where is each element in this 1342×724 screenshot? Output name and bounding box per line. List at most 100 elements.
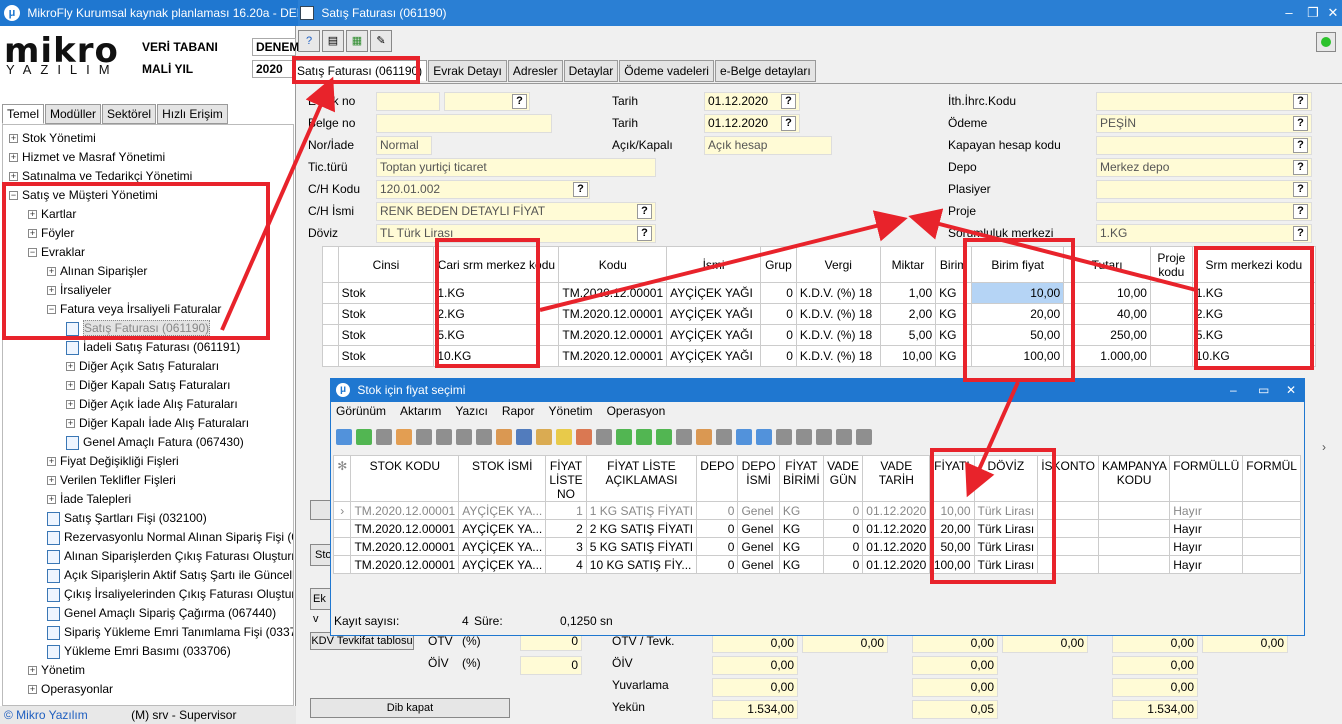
tree-item-cikis-irsaliyelerinden-cikis-faturasi-olusturma[interactable]: Çıkış İrsaliyelerinden Çıkış Faturası Ol… (47, 585, 293, 604)
tree-item-diger-acik-iade-alis-faturalari[interactable]: + Diğer Açık İade Alış Faturaları (66, 395, 238, 414)
cell-vade-gun[interactable]: 0 (822, 501, 864, 520)
cell-fiyat-birimi[interactable]: KG (778, 555, 824, 574)
doviz-lookup-button[interactable]: ? (637, 226, 652, 241)
tab-hizli-erisim[interactable]: Hızlı Erişim (157, 104, 228, 124)
cell-vergi[interactable]: K.D.V. (%) 18 (795, 303, 881, 325)
tree-item-stok-yonetimi[interactable]: + Stok Yönetimi (9, 129, 96, 148)
menu-rapor[interactable]: Rapor (502, 404, 535, 418)
arrow-right-icon[interactable] (636, 429, 652, 445)
col-header-depo-ismi[interactable]: DEPO İSMİ (737, 455, 780, 502)
plasiyer-lookup-button[interactable]: ? (1293, 182, 1308, 197)
cell-fiyat-birimi[interactable]: KG (778, 537, 824, 556)
cell-cinsi[interactable]: Stok (337, 303, 435, 325)
expand-icon[interactable]: + (47, 457, 56, 467)
help-icon[interactable]: ? (298, 30, 320, 52)
depo-lookup-button[interactable]: ? (1293, 160, 1308, 175)
edit-icon[interactable]: ✎ (370, 30, 392, 52)
tic-turu-select[interactable]: Toptan yurtiçi ticaret (376, 158, 656, 177)
cell-miktar[interactable]: 2,00 (879, 303, 937, 325)
group-icon[interactable] (576, 429, 592, 445)
sorumluluk-lookup-button[interactable]: ? (1293, 226, 1308, 241)
col-header-grup[interactable]: Grup (759, 246, 797, 283)
expand-icon[interactable]: + (9, 172, 18, 182)
cell-tutari[interactable]: 250,00 (1063, 324, 1151, 346)
tree-item-verilen-teklifler-fisleri[interactable]: + Verilen Teklifler Fişleri (47, 471, 176, 490)
cell-tutari[interactable]: 10,00 (1063, 282, 1151, 304)
plasiyer-input[interactable] (1096, 180, 1312, 199)
cell-vade-tarih[interactable]: 01.12.2020 (862, 519, 931, 538)
ch-kodu-lookup-button[interactable]: ? (573, 182, 588, 197)
add-icon[interactable] (356, 429, 372, 445)
tarih-2-picker-button[interactable]: ? (781, 116, 796, 131)
tree-item-alinan-siparislerden-cikis-faturasi-olusturma[interactable]: Alınan Siparişlerden Çıkış Faturası Oluş… (47, 547, 293, 566)
left-side-button[interactable] (310, 500, 332, 520)
tree-item-iade-talepleri[interactable]: + İade Talepleri (47, 490, 131, 509)
menu-yonetim[interactable]: Yönetim (549, 404, 593, 418)
tree-item-yonetim[interactable]: + Yönetim (28, 661, 85, 680)
zoom-icon[interactable] (836, 429, 852, 445)
stop-icon[interactable] (376, 429, 392, 445)
cell-formul[interactable] (1242, 555, 1301, 574)
cell-fiyat-liste-aciklamasi[interactable]: 5 KG SATIŞ FİYATI (585, 537, 698, 556)
cell-formullu[interactable]: Hayır (1169, 555, 1244, 574)
price-row[interactable]: TM.2020.12.00001 AYÇİÇEK YA... 4 10 KG SATI… (332, 555, 1301, 574)
star-icon[interactable] (556, 429, 572, 445)
cell-vade-gun[interactable]: 0 (822, 537, 864, 556)
cell-vergi[interactable]: K.D.V. (%) 18 (795, 345, 881, 367)
grid-icon[interactable] (396, 429, 412, 445)
tab-ebelge-detaylari[interactable]: e-Belge detayları (714, 60, 816, 82)
price-row[interactable]: TM.2020.12.00001 AYÇİÇEK YA... 3 5 KG SATIŞ… (332, 537, 1301, 556)
dialog-maximize-icon[interactable]: ▭ (1258, 378, 1269, 402)
col-header-fiyat-liste-no[interactable]: FİYAT LİSTE NO (545, 455, 587, 502)
animal2-icon[interactable] (476, 429, 492, 445)
col-header-stok-kodu[interactable]: STOK KODU (350, 455, 460, 502)
stok-button[interactable]: Sto (310, 544, 332, 566)
cell-ismi[interactable]: AYÇİÇEK YAĞI (666, 345, 761, 367)
price-row[interactable]: TM.2020.12.00001 AYÇİÇEK YA... 2 2 KG SATIŞ… (332, 519, 1301, 538)
tree-item-diger-kapali-iade-alis-faturalari[interactable]: + Diğer Kapalı İade Alış Faturaları (66, 414, 249, 433)
cell-fiyat-liste-no[interactable]: 1 (545, 501, 587, 520)
tarih-1-picker-button[interactable]: ? (781, 94, 796, 109)
expand-icon[interactable]: + (28, 685, 37, 695)
cell-depo[interactable]: 0 (696, 519, 739, 538)
cell-depo[interactable]: 0 (696, 501, 739, 520)
excel-icon[interactable]: ▦ (346, 30, 368, 52)
cell-stok-kodu[interactable]: TM.2020.12.00001 (350, 555, 460, 574)
col-header-fiyat-birimi[interactable]: FİYAT BİRİMİ (778, 455, 824, 502)
expand-icon[interactable]: + (66, 362, 75, 372)
tree-item-hizmet-ve-masraf-yonetimi[interactable]: + Hizmet ve Masraf Yönetimi (9, 148, 165, 167)
cell-grup[interactable]: 0 (759, 282, 797, 304)
tab-sektorel[interactable]: Sektörel (102, 104, 157, 124)
kapayan-input[interactable] (1096, 136, 1312, 155)
sorumluluk-input[interactable]: 1.KG (1096, 224, 1312, 243)
depo-input[interactable]: Merkez depo (1096, 158, 1312, 177)
ch-ismi-input[interactable]: RENK BEDEN DETAYLI FİYAT (376, 202, 656, 221)
search-icon[interactable] (776, 429, 792, 445)
evrak-seri-input[interactable] (376, 92, 440, 111)
cell-ismi[interactable]: AYÇİÇEK YAĞI (666, 282, 761, 304)
cell-proje-kodu[interactable] (1149, 324, 1193, 346)
tab-moduller[interactable]: Modüller (45, 104, 102, 124)
cell-formullu[interactable]: Hayır (1169, 501, 1244, 520)
col-header-formul[interactable]: FORMÜL (1242, 455, 1301, 502)
scroll-right-icon[interactable]: › (1322, 440, 1326, 454)
col-header-ismi[interactable]: İsmi (666, 246, 761, 283)
cell-vade-gun[interactable]: 0 (822, 519, 864, 538)
cell-proje-kodu[interactable] (1149, 282, 1193, 304)
expand-icon[interactable]: + (47, 495, 56, 505)
cell-formullu[interactable]: Hayır (1169, 519, 1244, 538)
col-header-kodu[interactable]: Kodu (558, 246, 668, 283)
expand-icon[interactable]: + (28, 666, 37, 676)
preview-icon[interactable] (816, 429, 832, 445)
cell-proje-kodu[interactable] (1149, 303, 1193, 325)
tree-item-siparis-yukleme-emri-tanimlama-fisi-033700[interactable]: Sipariş Yükleme Emri Tanımlama Fişi (033… (47, 623, 293, 642)
cell-ismi[interactable]: AYÇİÇEK YAĞI (666, 324, 761, 346)
cell-cinsi[interactable]: Stok (337, 282, 435, 304)
tab-adresler[interactable]: Adresler (507, 60, 563, 82)
col-header-stok-ismi[interactable]: STOK İSMİ (458, 455, 547, 502)
tab-evrak-detayi[interactable]: Evrak Detayı (428, 60, 507, 82)
acik-kapali-select[interactable]: Açık hesap (704, 136, 832, 155)
col-header-vergi[interactable]: Vergi (795, 246, 881, 283)
tree-item-fiyat-degisikligi-fisleri[interactable]: + Fiyat Değişikliği Fişleri (47, 452, 179, 471)
cell-stok-kodu[interactable]: TM.2020.12.00001 (350, 519, 460, 538)
